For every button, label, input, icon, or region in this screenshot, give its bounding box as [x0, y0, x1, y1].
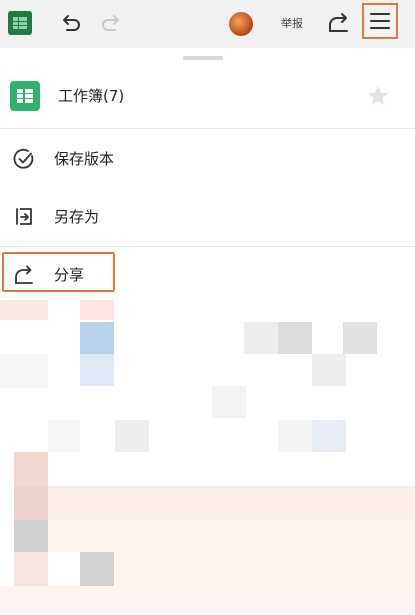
blur-cell	[278, 420, 312, 452]
undo-icon[interactable]	[58, 11, 84, 37]
blur-cell	[14, 520, 48, 552]
user-avatar[interactable]	[229, 12, 253, 36]
blur-cell	[278, 322, 312, 354]
blur-cell	[312, 354, 346, 386]
app-window: 举报 工作簿(7) 保存版本 另存为 分享	[0, 0, 415, 615]
blur-cell	[80, 322, 114, 354]
workbook-title: 工作簿(7)	[58, 87, 125, 105]
blur-cell	[0, 354, 48, 388]
blur-cell	[244, 322, 278, 354]
blur-cell	[48, 486, 415, 520]
spreadsheet-icon[interactable]	[8, 11, 32, 35]
redo-icon[interactable]	[98, 11, 124, 37]
menu-item-label: 另存为	[54, 208, 100, 226]
menu-item-save-version[interactable]: 保存版本	[0, 134, 415, 184]
share-icon[interactable]	[326, 10, 352, 36]
share-highlight-box	[2, 252, 115, 292]
blur-cell	[0, 300, 48, 320]
blur-cell	[48, 420, 80, 452]
blur-cell	[80, 552, 114, 586]
menu-item-save-as[interactable]: 另存为	[0, 192, 415, 242]
blur-cell	[0, 586, 415, 615]
workbook-header: 工作簿(7)	[0, 62, 415, 129]
blurred-sheet-background	[0, 300, 415, 615]
hamburger-menu-button[interactable]	[362, 3, 398, 39]
menu-item-label: 保存版本	[54, 150, 115, 168]
blur-cell	[343, 322, 377, 354]
blur-cell	[115, 420, 149, 452]
blur-cell	[80, 300, 114, 320]
blur-cell	[14, 486, 48, 520]
blur-cell	[80, 354, 114, 386]
blur-cell	[312, 420, 346, 452]
check-circle-icon	[12, 147, 36, 171]
blur-cell	[48, 520, 415, 552]
top-toolbar: 举报	[0, 0, 415, 48]
report-button[interactable]: 举报	[276, 16, 308, 32]
blur-cell	[212, 386, 246, 418]
save-as-icon	[12, 205, 36, 229]
blur-cell	[14, 452, 48, 486]
blur-cell	[114, 552, 415, 586]
hamburger-menu-icon	[370, 13, 390, 29]
menu-divider	[0, 246, 415, 247]
workbook-sheet-icon	[10, 81, 40, 111]
star-icon[interactable]	[366, 84, 390, 108]
sheet-drag-handle[interactable]	[183, 56, 223, 60]
blur-cell	[14, 552, 48, 586]
